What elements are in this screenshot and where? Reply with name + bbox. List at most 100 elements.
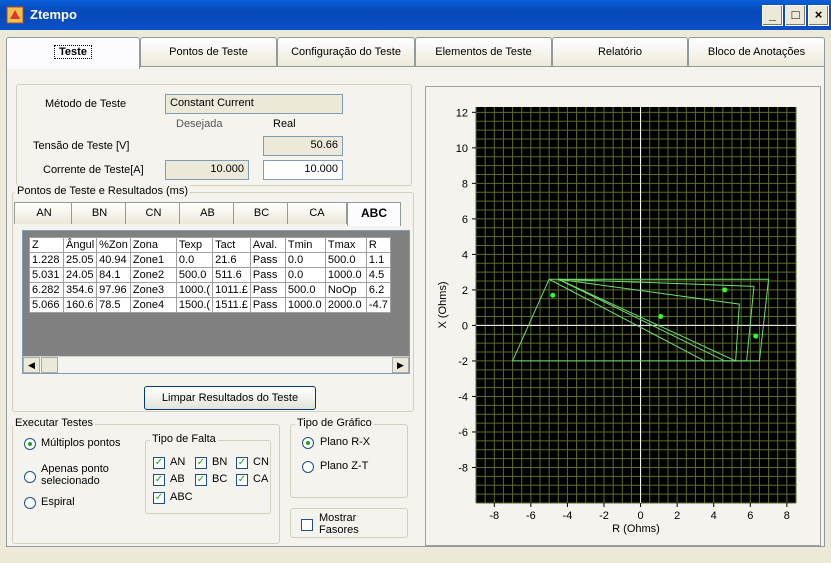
checkbox-cn[interactable]: ✓	[236, 457, 248, 469]
impedance-plot[interactable]: -8 -6 -4 -2 0 2 4 6 8 -8 -6 -4 -2 0 2 4 6 8 10 12 R (Ohms) X …	[426, 87, 822, 547]
scroll-left-icon[interactable]: ◀	[23, 357, 40, 373]
table-cell: NoOp	[324, 282, 367, 298]
col-zona[interactable]: Zona	[129, 237, 177, 253]
tab-teste[interactable]: Teste	[6, 37, 140, 69]
corrente-desejada-field[interactable]: 10.000	[165, 160, 249, 180]
col-angulo[interactable]: Ângul	[62, 237, 98, 253]
table-cell: 1000.(	[175, 282, 214, 298]
y-tick-label: -4	[458, 391, 468, 403]
subtab-cn[interactable]: CN	[125, 202, 182, 224]
subtab-an[interactable]: AN	[14, 202, 74, 224]
x-tick-label: 4	[711, 510, 717, 522]
checkbox-an[interactable]: ✓	[153, 457, 165, 469]
checkbox-bc[interactable]: ✓	[195, 474, 207, 486]
col-tmin[interactable]: Tmin	[284, 237, 326, 253]
x-tick-label: -2	[599, 510, 609, 522]
minimize-button[interactable]: _	[762, 5, 783, 26]
y-tick-label: 4	[462, 249, 468, 261]
horizontal-scrollbar[interactable]: ◀ ▶	[23, 356, 409, 373]
tipo-falta-label: Tipo de Falta	[150, 433, 218, 445]
espiral-label: Espiral	[41, 496, 75, 508]
radio-plano-rx[interactable]	[302, 437, 314, 449]
tab-configuracao[interactable]: Configuração do Teste	[277, 37, 415, 67]
table-cell: 21.6	[212, 252, 251, 268]
col-aval[interactable]: Aval.	[249, 237, 286, 253]
main-tabs: Teste Pontos de Teste Configuração do Te…	[6, 37, 825, 69]
tipo-grafico-label: Tipo de Gráfico	[295, 417, 374, 429]
col-z[interactable]: Z	[29, 237, 64, 253]
subtab-ca[interactable]: CA	[287, 202, 347, 224]
ca-label: CA	[253, 473, 269, 485]
y-tick-label: -6	[458, 427, 468, 439]
corrente-real-field[interactable]: 10.000	[263, 160, 343, 180]
mostrar-fasores-box: ✓ Mostrar Fasores	[290, 508, 408, 538]
table-cell: 500.0	[284, 282, 326, 298]
y-tick-label: 8	[462, 178, 468, 190]
table-row[interactable]: 5.066 160.6 78.5 Zone4 1500.(1511.£ Pass 1000.…	[29, 297, 391, 313]
x-tick-label: 6	[747, 510, 753, 522]
tab-bloco-anotacoes[interactable]: Bloco de Anotações	[688, 37, 825, 67]
plot-panel: -8 -6 -4 -2 0 2 4 6 8 -8 -6 -4 -2 0 2 4 6 8 10 12 R (Ohms) X …	[425, 86, 821, 546]
title-bar: Ztempo _ □ ×	[0, 0, 831, 30]
radio-espiral[interactable]	[24, 497, 36, 509]
x-tick-label: -4	[563, 510, 573, 522]
scroll-right-icon[interactable]: ▶	[392, 357, 409, 373]
y-tick-label: 2	[462, 285, 468, 297]
app-icon	[6, 6, 24, 24]
tensao-real-field[interactable]: 50.66	[263, 136, 343, 156]
clear-results-button[interactable]: Limpar Resultados do Teste	[144, 386, 316, 410]
table-cell: 0.0	[284, 252, 326, 268]
col-texp[interactable]: Texp	[175, 237, 214, 253]
x-axis-label: R (Ohms)	[612, 523, 660, 535]
table-cell: 6.282	[29, 282, 64, 298]
desejada-label: Desejada	[176, 118, 223, 130]
radio-plano-zt[interactable]	[302, 461, 314, 473]
close-button[interactable]: ×	[808, 5, 829, 26]
subtab-bc[interactable]: BC	[233, 202, 290, 224]
checkbox-bn[interactable]: ✓	[195, 457, 207, 469]
col-tmax[interactable]: Tmax	[324, 237, 367, 253]
table-cell: 4.5	[365, 267, 391, 283]
table-row[interactable]: 5.031 24.05 84.1 Zone2 500.0 511.6 Pass 0.0 1000…	[29, 267, 391, 283]
table-cell: Pass	[249, 267, 286, 283]
table-cell: 0.0	[175, 252, 214, 268]
tab-elementos[interactable]: Elementos de Teste	[415, 37, 552, 67]
table-row[interactable]: 6.282 354.6 97.96 Zone3 1000.(1011.£ Pass 500.…	[29, 282, 391, 298]
table-cell: Pass	[249, 282, 286, 298]
multiplos-label: Múltiplos pontos	[41, 437, 121, 449]
table-cell: 1.228	[29, 252, 64, 268]
plot-area	[476, 107, 796, 503]
cn-label: CN	[253, 456, 269, 468]
scroll-thumb[interactable]	[41, 357, 58, 373]
checkbox-mostrar-fasores[interactable]: ✓	[301, 519, 313, 531]
subtab-bn[interactable]: BN	[71, 202, 128, 224]
executar-group-label: Executar Testes	[13, 417, 96, 429]
checkbox-ca[interactable]: ✓	[236, 474, 248, 486]
radio-multiplos[interactable]	[24, 438, 36, 450]
tab-pontos-de-teste[interactable]: Pontos de Teste	[140, 37, 277, 67]
col-tact[interactable]: Tact	[212, 237, 251, 253]
pontos-group-label: Pontos de Teste e Resultados (ms)	[15, 185, 190, 197]
subtab-ab[interactable]: AB	[179, 202, 236, 224]
abc-label: ABC	[170, 491, 193, 503]
table-row[interactable]: 1.228 25.05 40.94 Zone1 0.0 21.6 Pass 0.0 500.0 1…	[29, 252, 391, 268]
tab-relatorio[interactable]: Relatório	[552, 37, 688, 67]
table-cell: 6.2	[365, 282, 391, 298]
metodo-field[interactable]: Constant Current	[165, 94, 343, 114]
col-r[interactable]: R	[365, 237, 391, 253]
checkbox-ab[interactable]: ✓	[153, 474, 165, 486]
checkbox-abc[interactable]: ✓	[153, 492, 165, 504]
table-cell: Pass	[249, 252, 286, 268]
col-zona-pct[interactable]: %Zon	[96, 237, 131, 253]
results-grid[interactable]: Z Ângul %Zon Zona Texp Tact Aval. Tmin T…	[22, 230, 410, 374]
y-tick-label: 10	[456, 143, 468, 155]
table-cell: 160.6	[62, 297, 98, 313]
table-cell: 2000.0	[324, 297, 367, 313]
window-title: Ztempo	[30, 7, 77, 22]
table-cell: 354.6	[62, 282, 98, 298]
subtab-abc[interactable]: ABC	[347, 202, 401, 226]
radio-apenas[interactable]	[24, 471, 36, 483]
table-cell: 84.1	[96, 267, 131, 283]
table-cell: 1511.£	[212, 297, 251, 313]
maximize-button[interactable]: □	[785, 5, 806, 26]
